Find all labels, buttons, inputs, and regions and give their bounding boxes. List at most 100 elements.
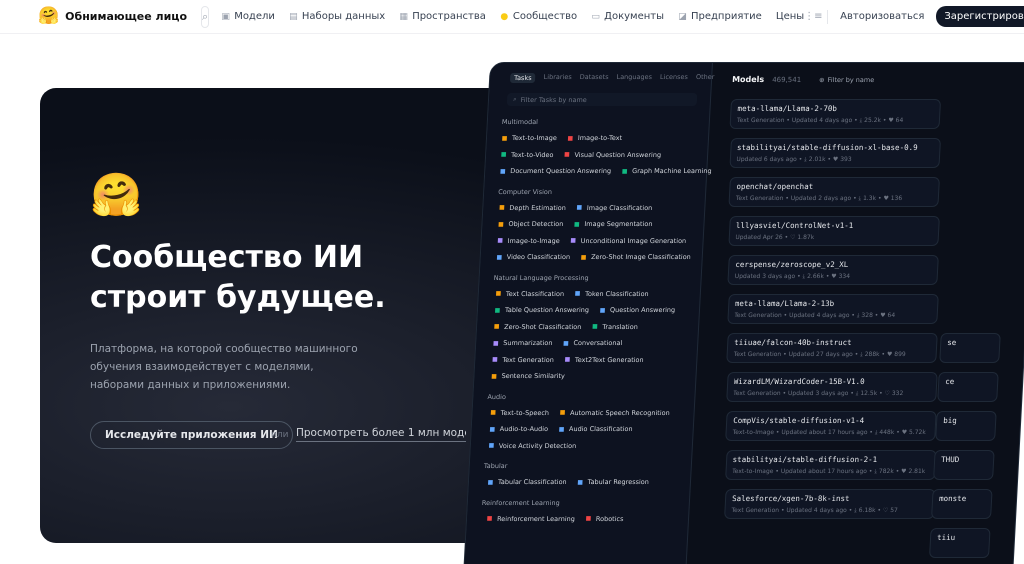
task-icon: ■ [493, 323, 500, 331]
task-label: Text Classification [505, 289, 565, 298]
task-tag[interactable]: ■ Document Question Answering [499, 167, 612, 176]
task-tag[interactable]: ■ Reinforcement Learning [486, 515, 576, 523]
tab-libraries[interactable]: Libraries [543, 73, 571, 83]
task-tag[interactable]: ■ Object Detection [497, 220, 564, 228]
task-icon: ■ [591, 323, 598, 331]
model-card[interactable]: meta-llama/Llama-2-13b Text Generation • … [726, 294, 939, 324]
model-card[interactable]: meta-llama/Llama-2-70b Text Generation • … [729, 99, 942, 129]
tab-other[interactable]: Other [696, 73, 715, 83]
task-tag[interactable]: ■ Text-to-Video [500, 151, 554, 159]
task-tag[interactable]: ■ Text Classification [495, 289, 565, 298]
login-link[interactable]: Авторизоваться [840, 11, 924, 22]
task-tag[interactable]: ■ Translation [591, 323, 638, 331]
browse-models-link[interactable]: Просмотреть более 1 млн моделей [296, 427, 466, 442]
task-label: Text-to-Video [510, 150, 554, 159]
brand-link[interactable]: 🤗 Обнимающее лицо [38, 8, 187, 25]
task-tag[interactable]: ■ Token Classification [574, 290, 649, 298]
task-icon: ■ [576, 204, 583, 212]
model-meta: Text Generation • Updated 3 days ago • ⤓… [732, 390, 904, 397]
explore-apps-button[interactable]: Исследуйте приложения ИИ [90, 421, 293, 449]
model-name: lllyasviel/ControlNet-v1-1 [735, 221, 854, 230]
nav-link-1[interactable]: ▤ Наборы данных [289, 11, 385, 22]
hub-preview-panel: Tasks Libraries Datasets Languages Licenses O… [462, 62, 1024, 564]
filter-icon: ⊕ [818, 75, 825, 84]
hero-title-line2: строит будущее. [90, 280, 386, 315]
task-tag[interactable]: ■ Tabular Classification [487, 478, 567, 487]
tab-licenses[interactable]: Licenses [660, 73, 688, 83]
task-tag[interactable]: ■ Audio-to-Audio [489, 425, 548, 433]
task-row: ■ Text-to-Video ■ Visual Question Answering [500, 147, 708, 164]
menu-icon[interactable]: ⋮≡ [804, 11, 822, 22]
task-icon: ■ [499, 167, 506, 175]
task-label: Video Classification [506, 253, 571, 262]
task-icon: ■ [488, 442, 495, 450]
model-card[interactable]: Salesforce/xgen-7b-8k-inst Text Generatio… [724, 489, 936, 519]
task-tag[interactable]: ■ Text-to-Image [501, 134, 557, 142]
nav-link-5[interactable]: ◪ Предприятие [678, 11, 762, 22]
side-model-card[interactable]: se [939, 333, 1001, 363]
task-tag[interactable]: ■ Table Question Answering [494, 306, 589, 314]
nav-link-3[interactable]: ● Сообщество [500, 11, 577, 22]
task-label: Text Generation [502, 355, 555, 364]
task-tag[interactable]: ■ Sentence Similarity [490, 372, 565, 380]
task-tag[interactable]: ■ Depth Estimation [498, 204, 566, 212]
nav-link-0[interactable]: ▣ Модели [221, 11, 274, 22]
task-tag[interactable]: ■ Summarization [492, 339, 553, 347]
task-tag[interactable]: ■ Text-to-Speech [489, 409, 549, 417]
side-model-card[interactable]: tiiu [929, 528, 991, 558]
task-tag[interactable]: ■ Text2Text Generation [564, 356, 644, 364]
model-card[interactable]: WizardLM/WizardCoder-15B-V1.0 Text Genera… [725, 372, 938, 402]
task-icon: ■ [497, 220, 505, 228]
tab-datasets[interactable]: Datasets [579, 73, 609, 83]
task-label: Tabular Classification [497, 478, 567, 487]
task-icon: ■ [495, 290, 502, 298]
task-tag[interactable]: ■ Image Classification [576, 204, 652, 212]
task-icon: ■ [573, 220, 580, 228]
model-card[interactable]: lllyasviel/ControlNet-v1-1 Updated Apr 26… [727, 216, 940, 246]
search-button[interactable]: ⌕ [201, 5, 210, 28]
model-card[interactable]: cerspense/zeroscope_v2_XL Updated 3 days … [727, 255, 939, 285]
side-model-card[interactable]: ce [937, 372, 999, 402]
task-icon: ■ [563, 151, 570, 159]
task-tag[interactable]: ■ Question Answering [599, 306, 675, 314]
models-filter[interactable]: ⊕ Filter by name [819, 76, 875, 84]
model-card[interactable]: stabilityai/stable-diffusion-2-1 Text-to-… [724, 450, 937, 480]
side-model-card[interactable]: monste [931, 489, 993, 519]
task-tag[interactable]: ■ Zero-Shot Image Classification [580, 253, 691, 261]
task-label: Sentence Similarity [501, 372, 566, 381]
side-model-card[interactable]: THUD [933, 450, 995, 480]
task-tag[interactable]: ■ Conversational [562, 339, 623, 347]
task-tag[interactable]: ■ Audio Classification [558, 425, 632, 433]
task-tag[interactable]: ■ Visual Question Answering [563, 151, 661, 159]
model-card[interactable]: stabilityai/stable-diffusion-xl-base-0.9… [728, 138, 941, 168]
task-label: Table Question Answering [504, 306, 590, 315]
task-label: Tabular Regression [587, 478, 650, 487]
task-tag[interactable]: ■ Graph Machine Learning [621, 167, 712, 175]
task-filter-input[interactable]: ⌕ Filter Tasks by name [506, 93, 698, 106]
nav-link-4[interactable]: ▭ Документы [591, 11, 664, 22]
task-tag[interactable]: ■ Robotics [585, 515, 623, 523]
task-tag[interactable]: ■ Zero-Shot Classification [493, 323, 582, 331]
task-tag[interactable]: ■ Text Generation [491, 356, 554, 364]
task-tag[interactable]: ■ Voice Activity Detection [488, 442, 576, 450]
hugging-face-logo-icon: 🤗 [38, 6, 60, 26]
task-label: Zero-Shot Classification [503, 322, 582, 331]
task-tag[interactable]: ■ Unconditional Image Generation [569, 237, 686, 245]
tab-tasks[interactable]: Tasks [509, 73, 536, 83]
tab-languages[interactable]: Languages [616, 73, 652, 83]
model-card[interactable]: CompVis/stable-diffusion-v1-4 Text-to-Ima… [725, 411, 937, 441]
task-tag[interactable]: ■ Image-to-Text [567, 134, 622, 142]
task-tag[interactable]: ■ Image-to-Image [496, 237, 560, 245]
task-label: Document Question Answering [510, 167, 612, 176]
side-model-card[interactable]: big [935, 411, 997, 441]
signup-button[interactable]: Зарегистрироваться [936, 6, 1024, 27]
model-card[interactable]: tiiuae/falcon-40b-instruct Text Generatio… [726, 333, 938, 363]
task-tag[interactable]: ■ Automatic Speech Recognition [559, 409, 670, 417]
nav-link-2[interactable]: ▦ Пространства [399, 11, 485, 22]
task-tag[interactable]: ■ Video Classification [496, 253, 571, 262]
task-tag[interactable]: ■ Image Segmentation [573, 220, 653, 228]
task-icon: ■ [491, 356, 498, 364]
task-tag[interactable]: ■ Tabular Regression [576, 478, 649, 486]
model-card[interactable]: openchat/openchat Text Generation • Updat… [728, 177, 940, 207]
nav-link-6[interactable]: Цены [776, 11, 804, 22]
